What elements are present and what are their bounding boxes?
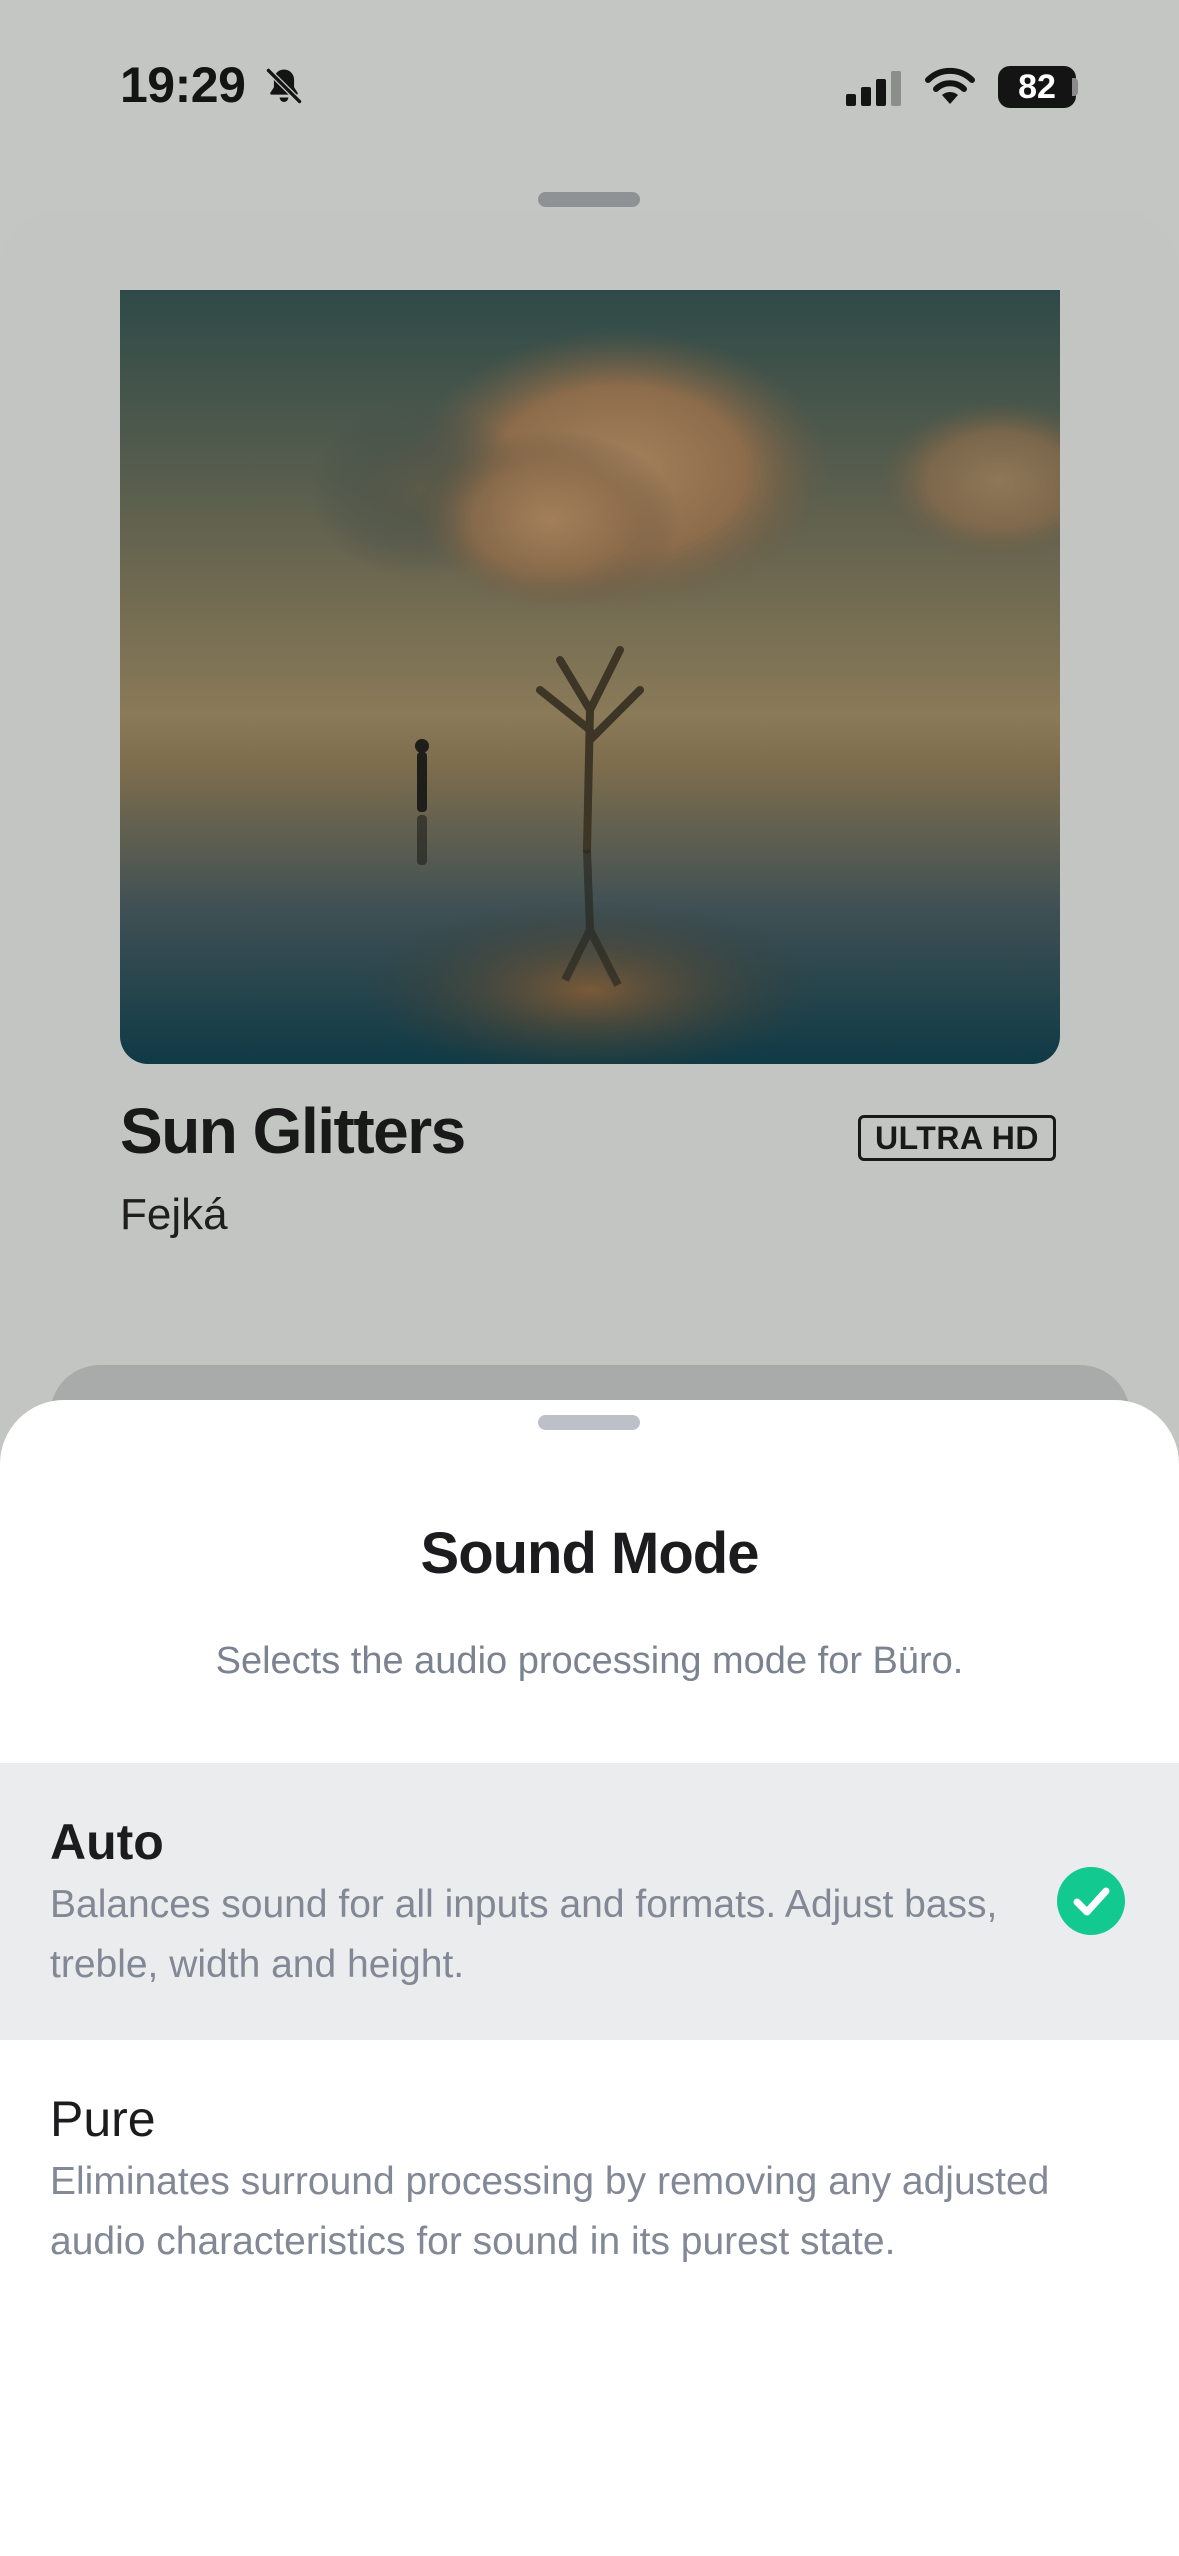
option-description: Eliminates surround processing by removi… <box>50 2160 1050 2263</box>
status-bar: 19:29 82 <box>0 0 1179 170</box>
option-name: Auto <box>50 1814 164 1870</box>
option-description: Balances sound for all inputs and format… <box>50 1883 998 1986</box>
battery-icon: 82 <box>998 66 1076 108</box>
checkmark-circle-icon <box>1057 1867 1125 1935</box>
player-grabber-handle[interactable] <box>538 192 640 207</box>
quality-badge: ULTRA HD <box>858 1115 1056 1161</box>
album-artwork <box>120 290 1060 1064</box>
track-artist[interactable]: Fejká <box>120 1190 228 1240</box>
sound-mode-option-auto[interactable]: Auto Balances sound for all inputs and f… <box>0 1763 1179 2040</box>
option-name: Pure <box>50 2091 156 2147</box>
sheet-grabber-handle[interactable] <box>538 1415 640 1430</box>
track-title: Sun Glitters <box>120 1095 466 1167</box>
bell-slash-icon <box>262 64 306 108</box>
wifi-icon <box>922 64 978 108</box>
status-time: 19:29 <box>120 57 246 113</box>
sound-mode-option-pure[interactable]: Pure Eliminates surround processing by r… <box>0 2040 1179 2340</box>
battery-tip <box>1072 78 1078 96</box>
sheet-subtitle: Selects the audio processing mode for Bü… <box>215 1640 964 1682</box>
sheet-title: Sound Mode <box>420 1521 760 1586</box>
cellular-signal-icon <box>844 68 904 108</box>
